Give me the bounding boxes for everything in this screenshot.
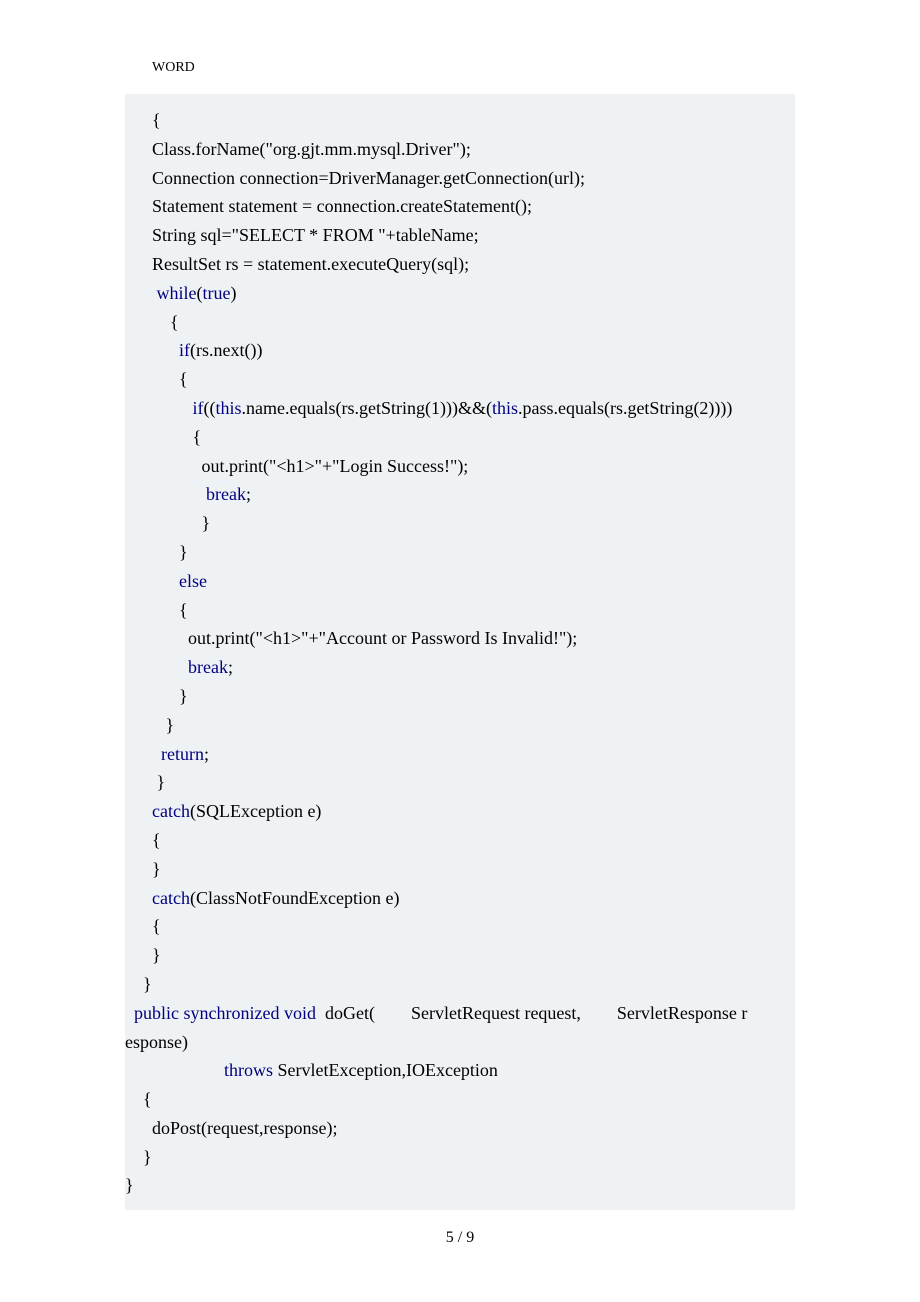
code-line: } <box>125 509 795 538</box>
keyword-void: void <box>284 1003 316 1023</box>
keyword-break: break <box>206 484 246 504</box>
code-line: String sql="SELECT * FROM "+tableName; <box>125 221 795 250</box>
code-line: } <box>125 1171 795 1200</box>
keyword-catch: catch <box>152 801 190 821</box>
code-line: doPost(request,response); <box>125 1114 795 1143</box>
code-line: return; <box>125 740 795 769</box>
code-line: } <box>125 855 795 884</box>
code-line: ResultSet rs = statement.executeQuery(sq… <box>125 250 795 279</box>
keyword-return: return <box>161 744 204 764</box>
page-footer: 5 / 9 <box>0 1229 920 1247</box>
keyword-synchronized: synchronized <box>184 1003 280 1023</box>
document-page: WORD { Class.forName("org.gjt.mm.mysql.D… <box>0 0 920 1302</box>
code-line: while(true) <box>125 279 795 308</box>
code-line: } <box>125 768 795 797</box>
code-line: if((this.name.equals(rs.getString(1)))&&… <box>125 394 795 423</box>
page-header: WORD <box>0 60 920 76</box>
keyword-else: else <box>179 571 207 591</box>
code-line: public synchronized void doGet( ServletR… <box>125 999 795 1028</box>
code-line: out.print("<h1>"+"Account or Password Is… <box>125 624 795 653</box>
code-line: break; <box>125 653 795 682</box>
code-line: } <box>125 711 795 740</box>
code-line: { <box>125 596 795 625</box>
code-line: Statement statement = connection.createS… <box>125 192 795 221</box>
keyword-this: this <box>216 398 242 418</box>
keyword-break: break <box>188 657 228 677</box>
code-line: Connection connection=DriverManager.getC… <box>125 164 795 193</box>
code-line: } <box>125 1143 795 1172</box>
code-line: { <box>125 308 795 337</box>
keyword-true: true <box>203 283 231 303</box>
code-line: Class.forName("org.gjt.mm.mysql.Driver")… <box>125 135 795 164</box>
code-line: { <box>125 106 795 135</box>
code-line: catch(ClassNotFoundException e) <box>125 884 795 913</box>
code-line: { <box>125 826 795 855</box>
keyword-throws: throws <box>224 1060 273 1080</box>
code-block: { Class.forName("org.gjt.mm.mysql.Driver… <box>125 94 795 1210</box>
code-line: out.print("<h1>"+"Login Success!"); <box>125 452 795 481</box>
code-line: { <box>125 1085 795 1114</box>
code-line: throws ServletException,IOException <box>125 1056 795 1085</box>
keyword-this: this <box>492 398 518 418</box>
code-line: { <box>125 423 795 452</box>
code-line: catch(SQLException e) <box>125 797 795 826</box>
code-line: } <box>125 538 795 567</box>
code-line: { <box>125 365 795 394</box>
keyword-public: public <box>134 1003 179 1023</box>
keyword-while: while <box>157 283 197 303</box>
keyword-catch: catch <box>152 888 190 908</box>
code-line: break; <box>125 480 795 509</box>
keyword-if: if <box>193 398 204 418</box>
keyword-if: if <box>179 340 190 360</box>
code-line: } <box>125 682 795 711</box>
code-line: } <box>125 970 795 999</box>
code-line: esponse) <box>125 1028 795 1057</box>
code-line: } <box>125 941 795 970</box>
code-line: else <box>125 567 795 596</box>
code-line: { <box>125 912 795 941</box>
code-line: if(rs.next()) <box>125 336 795 365</box>
